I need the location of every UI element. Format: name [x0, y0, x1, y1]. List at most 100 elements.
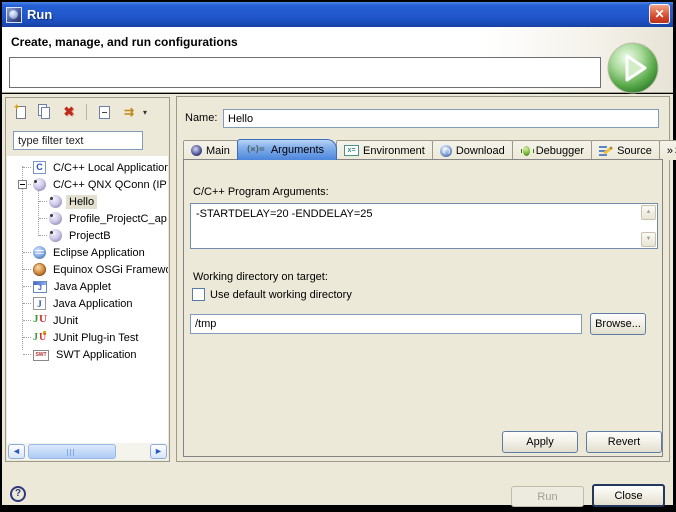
tree-item-qnx-qconn[interactable]: C/C++ QNX QConn (IP	[7, 176, 168, 193]
configurations-panel: ✦ ✖ ⇉ ▾ C/C++ Local Application C/C++ QN…	[5, 97, 170, 462]
message-area	[9, 57, 601, 88]
environment-tab-icon	[344, 145, 359, 156]
apply-button[interactable]: Apply	[502, 431, 578, 453]
tree-item-junit[interactable]: JUnit	[7, 312, 168, 329]
tab-source[interactable]: Source	[591, 140, 660, 160]
use-default-working-directory-row: Use default working directory	[192, 288, 352, 301]
qnx-qconn-icon	[49, 229, 62, 242]
tree-item-swt-application[interactable]: SWT Application	[7, 346, 168, 363]
configurations-tree: C/C++ Local Application C/C++ QNX QConn …	[7, 156, 168, 443]
tree-item-label: Profile_ProjectC_ap	[66, 212, 168, 226]
java-application-icon	[33, 297, 46, 310]
overflow-tabs-icon: »	[667, 145, 673, 157]
tree-item-label: ProjectB	[66, 229, 114, 243]
tree-item-label: JUnit Plug-in Test	[50, 331, 141, 345]
tree-item-label: JUnit	[50, 314, 81, 328]
window-title: Run	[27, 7, 52, 22]
configuration-tabs: Main Arguments Environment Download Debu…	[183, 139, 676, 160]
qnx-qconn-icon	[33, 178, 46, 191]
tab-download[interactable]: Download	[432, 140, 513, 160]
scroll-right-icon[interactable]: ►	[150, 444, 167, 459]
filter-input[interactable]	[13, 131, 143, 150]
program-arguments-value: -STARTDELAY=20 -ENDDELAY=25	[196, 208, 637, 220]
toolbar-separator	[86, 104, 87, 120]
java-applet-icon	[33, 281, 47, 293]
revert-button[interactable]: Revert	[586, 431, 662, 453]
scroll-left-icon[interactable]: ◄	[8, 444, 25, 459]
qnx-qconn-icon	[49, 212, 62, 225]
equinox-osgi-icon	[33, 263, 46, 276]
run-banner-icon	[607, 42, 661, 96]
tab-label: Environment	[363, 145, 425, 157]
tree-item-equinox-osgi[interactable]: Equinox OSGi Framewo	[7, 261, 168, 278]
filter-icon[interactable]: ⇉	[119, 103, 137, 121]
junit-plugin-icon	[33, 331, 46, 344]
qnx-qconn-icon	[49, 195, 62, 208]
program-arguments-input[interactable]: -STARTDELAY=20 -ENDDELAY=25 ▲ ▼	[190, 203, 658, 249]
run-dialog-window: Run ✕ Create, manage, and run configurat…	[0, 0, 676, 512]
source-tab-icon	[599, 145, 613, 157]
tree-horizontal-scrollbar[interactable]: ◄ ►	[7, 443, 168, 460]
duplicate-configuration-icon[interactable]	[36, 103, 54, 121]
tree-item-cpp-local[interactable]: C/C++ Local Application	[7, 159, 168, 176]
tab-label: Arguments	[271, 144, 324, 156]
debugger-tab-icon	[520, 145, 532, 157]
tree-item-label: Java Application	[50, 297, 136, 311]
configuration-detail-panel: Name: Main Arguments Environment Downloa…	[176, 96, 670, 462]
junit-icon	[33, 314, 46, 327]
tab-overflow[interactable]: »2	[659, 140, 676, 160]
tree-item-label: C/C++ QNX QConn (IP	[50, 178, 168, 192]
download-tab-icon	[440, 145, 452, 157]
toolbar-dropdown-icon[interactable]: ▾	[143, 108, 153, 117]
name-label: Name:	[185, 112, 217, 124]
close-button[interactable]: Close	[592, 484, 665, 507]
tree-item-label-selected: Hello	[66, 195, 97, 209]
name-input[interactable]	[223, 109, 659, 128]
tree-item-java-applet[interactable]: Java Applet	[7, 278, 168, 295]
tab-label: Main	[206, 145, 230, 157]
eclipse-app-icon	[6, 7, 22, 23]
tab-environment[interactable]: Environment	[336, 140, 433, 160]
tab-debugger[interactable]: Debugger	[512, 140, 592, 160]
tab-main[interactable]: Main	[183, 140, 238, 160]
tree-item-java-application[interactable]: Java Application	[7, 295, 168, 312]
tree-item-label: Eclipse Application	[50, 246, 148, 260]
scroll-down-icon[interactable]: ▼	[641, 232, 656, 247]
collapse-all-icon[interactable]	[95, 103, 113, 121]
close-window-button[interactable]: ✕	[649, 4, 670, 24]
swt-application-icon	[33, 350, 49, 361]
new-configuration-icon[interactable]: ✦	[12, 103, 30, 121]
title-bar[interactable]: Run ✕	[2, 2, 673, 27]
browse-button[interactable]: Browse...	[590, 313, 646, 335]
main-tab-icon	[191, 145, 202, 156]
arguments-tab-content: C/C++ Program Arguments: -STARTDELAY=20 …	[183, 159, 663, 457]
tab-label: Debugger	[536, 145, 584, 157]
tree-item-eclipse-application[interactable]: Eclipse Application	[7, 244, 168, 261]
run-button-disabled[interactable]: Run	[511, 486, 584, 507]
dialog-header-title: Create, manage, and run configurations	[11, 35, 238, 49]
tree-item-junit-plugin-test[interactable]: JUnit Plug-in Test	[7, 329, 168, 346]
c-application-icon	[33, 161, 46, 174]
arguments-tab-icon	[246, 144, 267, 156]
tree-item-label: SWT Application	[53, 348, 140, 362]
tab-label: Download	[456, 145, 505, 157]
scrollbar-thumb[interactable]	[28, 444, 116, 459]
help-icon[interactable]: ?	[10, 486, 26, 502]
eclipse-application-icon	[33, 246, 46, 259]
tree-item-label: Equinox OSGi Framewo	[50, 263, 168, 277]
tree-item-profile-projectc[interactable]: Profile_ProjectC_ap	[7, 210, 168, 227]
tab-arguments[interactable]: Arguments	[237, 139, 337, 160]
tree-item-hello[interactable]: Hello	[7, 193, 168, 210]
working-directory-input[interactable]	[190, 314, 582, 334]
dialog-header: Create, manage, and run configurations	[2, 27, 673, 93]
delete-configuration-icon[interactable]: ✖	[60, 103, 78, 121]
tree-item-label: Java Applet	[51, 280, 114, 294]
scroll-up-icon[interactable]: ▲	[641, 205, 656, 220]
tab-label: Source	[617, 145, 652, 157]
configurations-toolbar: ✦ ✖ ⇉ ▾	[6, 98, 169, 126]
use-default-checkbox[interactable]	[192, 288, 205, 301]
tree-item-projectb[interactable]: ProjectB	[7, 227, 168, 244]
use-default-label: Use default working directory	[210, 289, 352, 301]
collapse-toggle-icon[interactable]	[18, 180, 27, 189]
working-directory-label: Working directory on target:	[193, 271, 328, 283]
